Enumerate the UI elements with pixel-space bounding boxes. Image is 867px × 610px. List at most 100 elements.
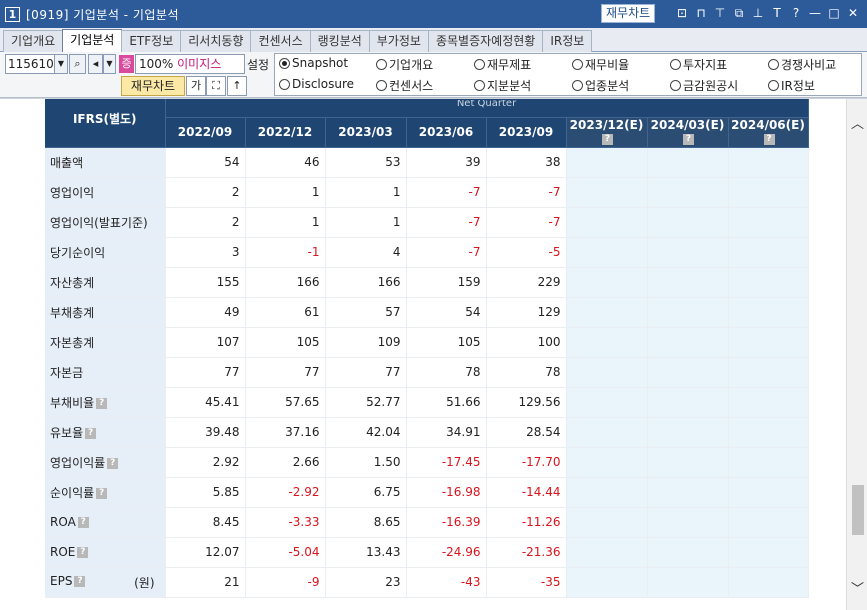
tab-bar: 기업개요 기업분석 ETF정보 리서치동향 컨센서스 랭킹분석 부가정보 종목별증자예정현황 I… (0, 28, 867, 53)
help-icon[interactable]: ? (77, 517, 89, 528)
table-cell: 1.50 (325, 447, 407, 478)
radio-option-9[interactable]: 업종분석 (572, 77, 629, 94)
pin-up-icon[interactable]: ⊓ (693, 4, 709, 22)
radio-option-11[interactable]: IR정보 (768, 77, 815, 94)
table-cell: 107 (165, 327, 246, 358)
setting-button[interactable]: 설정 (247, 56, 269, 73)
search-icon[interactable]: ⌕ (69, 54, 86, 74)
radio-option-7[interactable]: 컨센서스 (376, 77, 433, 94)
radio-option-2[interactable]: 재무제표 (474, 56, 531, 73)
table-cell: 78 (486, 357, 567, 388)
radio-circle-icon[interactable] (279, 57, 290, 69)
radio-option-3[interactable]: 재무비율 (572, 56, 629, 73)
tab-4[interactable]: 컨센서스 (250, 30, 311, 53)
tab-1[interactable]: 기업분석 (62, 29, 123, 52)
pin-icon[interactable]: ⊤ (712, 4, 728, 22)
minimize-icon[interactable]: — (807, 4, 823, 22)
radio-label: 재무비율 (585, 58, 630, 72)
table-cell (647, 387, 729, 418)
table-row: ROE? 12.07 -5.04 13.43 -24.96 -21.36 (45, 537, 809, 568)
tab-3[interactable]: 리서치동향 (180, 30, 252, 53)
radio-label: Snapshot (292, 56, 349, 70)
chart-icon[interactable]: ⊡ (674, 4, 690, 22)
radio-circle-icon[interactable] (474, 80, 485, 91)
table-cell: 109 (325, 327, 407, 358)
radio-circle-icon[interactable] (572, 80, 583, 91)
help-icon[interactable]: ? (683, 134, 694, 145)
table-cell (566, 177, 648, 208)
help-icon[interactable]: ? (107, 457, 119, 469)
tab-6[interactable]: 부가정보 (368, 30, 429, 53)
help-icon[interactable]: ? (788, 4, 804, 22)
tab-7[interactable]: 종목별증자예정현황 (427, 30, 544, 53)
table-row: 영업이익 2 1 1 -7 -7 (45, 177, 809, 208)
close-icon[interactable]: ✕ (845, 4, 861, 22)
tab-2[interactable]: ETF정보 (121, 30, 182, 53)
table-cell (566, 237, 648, 268)
radio-option-4[interactable]: 투자지표 (670, 56, 727, 73)
table-cell: -35 (486, 567, 567, 598)
sound-icon[interactable]: ◂ (88, 54, 103, 74)
row-header: 부채비율? (45, 387, 166, 418)
row-header: 부채총계 (45, 297, 166, 328)
scroll-down-icon[interactable]: ﹀ (851, 578, 864, 597)
help-icon[interactable]: ? (763, 134, 775, 145)
radio-option-8[interactable]: 지분분석 (474, 77, 531, 94)
text-icon[interactable]: T (769, 4, 785, 22)
table-row: 자본금 77 77 77 78 78 (45, 357, 809, 388)
radio-option-0[interactable]: Snapshot (279, 56, 348, 70)
radio-circle-icon[interactable] (670, 59, 681, 70)
help-icon[interactable]: ? (74, 575, 86, 587)
table-cell: 1 (325, 177, 407, 208)
radio-option-5[interactable]: 경쟁사비교 (768, 56, 836, 73)
radio-circle-icon[interactable] (279, 78, 290, 90)
table-cell: -7 (406, 207, 487, 238)
stick-icon[interactable]: ⊥ (750, 4, 766, 22)
help-icon[interactable]: ? (602, 134, 613, 145)
table-cell (647, 237, 729, 268)
radio-circle-icon[interactable] (376, 59, 387, 70)
radio-circle-icon[interactable] (768, 80, 779, 91)
help-icon[interactable]: ? (85, 427, 97, 439)
vertical-scrollbar[interactable]: ︿ ﹀ (846, 99, 867, 610)
table-cell (566, 567, 648, 598)
row-label: EPS (50, 573, 73, 588)
tab-5[interactable]: 랭킹분석 (309, 30, 370, 53)
radio-label: 컨센서스 (389, 79, 434, 93)
finance-chart-button[interactable]: 재무차트 (121, 76, 185, 96)
table-cell (566, 297, 648, 328)
table-cell (566, 537, 648, 568)
scrollbar-thumb[interactable] (852, 485, 864, 535)
company-name: 이미지스 (177, 57, 222, 71)
radio-option-10[interactable]: 금감원공시 (670, 77, 738, 94)
stock-code-input[interactable]: 115610 (5, 54, 55, 74)
code-dropdown-button[interactable]: ▼ (54, 54, 68, 74)
radio-circle-icon[interactable] (376, 80, 387, 91)
help-icon[interactable]: ? (96, 397, 108, 409)
font-up-icon[interactable]: ↑ (227, 76, 247, 96)
table-cell: 2 (165, 177, 246, 208)
fit-screen-icon[interactable]: ⛶ (206, 76, 226, 96)
column-header-label: 2023/03 (338, 125, 393, 139)
maximize-icon[interactable]: □ (826, 4, 842, 22)
restore-icon[interactable]: ⧉ (731, 4, 747, 22)
toolbar: 115610 ▼ ⌕ ◂ ▼ 증 100% 이미지스 설정 재무차트 가 ⛶ ↑… (0, 52, 867, 98)
radio-circle-icon[interactable] (768, 59, 779, 70)
radio-circle-icon[interactable] (670, 80, 681, 91)
table-row: 당기순이익 3 -1 4 -7 -5 (45, 237, 809, 268)
company-name-field[interactable]: 100% 이미지스 (135, 54, 245, 74)
radio-circle-icon[interactable] (572, 59, 583, 70)
help-icon[interactable]: ? (96, 487, 108, 499)
radio-circle-icon[interactable] (474, 59, 485, 70)
finance-chart-title-button[interactable]: 재무차트 (601, 4, 656, 23)
table-cell (728, 147, 809, 178)
table-cell: -43 (406, 567, 487, 598)
help-icon[interactable]: ? (77, 547, 89, 558)
scroll-up-icon[interactable]: ︿ (851, 113, 864, 132)
sound-dropdown-icon[interactable]: ▼ (103, 54, 116, 74)
radio-option-1[interactable]: 기업개요 (376, 56, 433, 73)
tab-8[interactable]: IR정보 (542, 30, 593, 53)
font-size-button[interactable]: 가 (186, 76, 206, 96)
tab-0[interactable]: 기업개요 (3, 30, 64, 53)
radio-option-6[interactable]: Disclosure (279, 77, 354, 91)
